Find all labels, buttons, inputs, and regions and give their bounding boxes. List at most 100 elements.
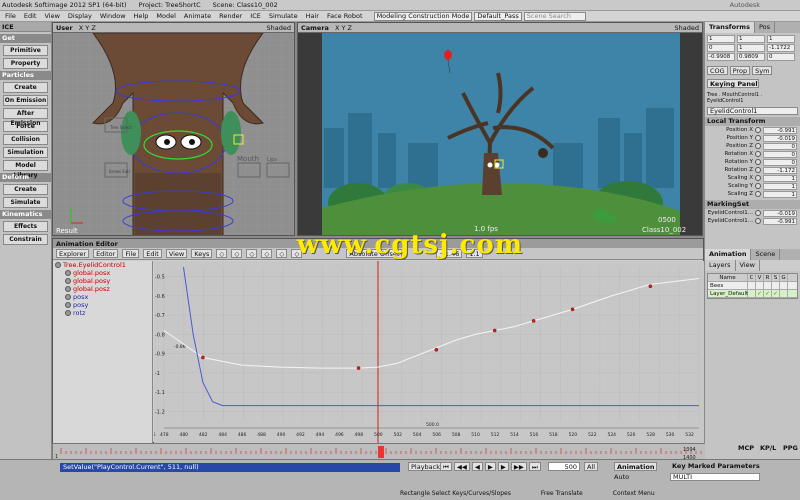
multi-field[interactable]: MULTI [670,473,760,481]
axes-label[interactable]: X Y Z [335,24,352,32]
curve-item[interactable]: global.posy [53,277,152,285]
sym-button[interactable]: Sym [752,66,773,75]
param-value[interactable]: 1 [763,174,797,182]
transform-field[interactable]: 0.9809 [737,53,765,61]
menu-animate[interactable]: Animate [181,12,214,20]
layer-flag-icon[interactable] [764,281,772,290]
camera-viewport[interactable]: Camera X Y Z Shaded 1.0 fps 0500 Class10… [297,22,703,236]
button-property[interactable]: Property [3,58,48,69]
first-frame-icon[interactable]: ⏮ [440,462,452,471]
cog-button[interactable]: COG [707,66,728,75]
tab-layers[interactable]: Layers [705,260,736,271]
menu-view[interactable]: View [165,249,188,258]
layer-flag-icon[interactable] [780,289,788,298]
menu-explorer[interactable]: Explorer [56,249,90,258]
curve-item[interactable]: posx [53,293,152,301]
fcurve-posx[interactable] [163,278,700,369]
button-simulation[interactable]: Simulation [3,147,48,158]
transform-field[interactable]: -1.1722 [767,44,795,52]
timeline[interactable]: 1 1394 1400 [52,443,707,461]
transform-field[interactable]: 1 [737,35,765,43]
section-kinematics[interactable]: Kinematics [0,210,51,219]
button-force[interactable]: Force [3,121,48,132]
section-particles[interactable]: Particles [0,71,51,80]
menu-ice[interactable]: ICE [247,12,264,20]
keyframe-point[interactable] [531,319,536,323]
param-value[interactable]: -1.172 [763,166,797,174]
button-constrain[interactable]: Constrain [3,234,48,245]
param-value[interactable]: 0 [763,142,797,150]
transform-field[interactable]: 0 [707,44,735,52]
mcp-tab[interactable]: MCP [738,444,754,452]
key-marked-params[interactable]: Key Marked Parameters [672,462,760,470]
scene-search-input[interactable]: Scene Search [523,11,586,21]
param-value[interactable]: 0 [763,158,797,166]
transform-field[interactable]: 0 [767,53,795,61]
timeline-playhead[interactable] [378,446,384,458]
param-value[interactable]: 1 [763,182,797,190]
param-value[interactable]: -0.019 [763,209,797,217]
prop-button[interactable]: Prop [729,66,751,75]
button-create[interactable]: Create [3,184,48,195]
layer-col-header[interactable]: Name [708,273,748,282]
keyframe-point[interactable] [201,355,205,360]
curve-item[interactable]: global.posx [53,269,152,277]
tab-scene[interactable]: Scene [751,249,781,260]
layer-flag-icon[interactable]: ✓ [756,289,764,298]
tab-pos[interactable]: Pos [755,22,776,33]
fcurve-graph[interactable]: -0.5 -0.6 -0.7 -0.8 -0.9 -1 -1.1 -1.2 -0.86 500.0… [152,261,704,443]
layer-row[interactable]: Layer_Default ✓ ✓ ✓ [708,289,797,298]
menu-help[interactable]: Help [131,12,152,20]
param-value[interactable]: -0.991 [763,217,797,225]
keyframe-point[interactable] [570,307,575,312]
layer-flag-icon[interactable] [780,281,788,290]
button-create[interactable]: Create [3,82,48,93]
select-icon[interactable]: ◇ [216,249,228,258]
button-collision[interactable]: Collision [3,134,48,145]
animation-marker-icon[interactable] [755,183,761,189]
transform-field[interactable]: 1 [767,35,795,43]
shading-mode[interactable]: Shaded [675,24,699,32]
menu-edit[interactable]: Edit [21,12,40,20]
layer-flag-icon[interactable]: ✓ [772,289,780,298]
construction-mode-combo[interactable]: Modeling Construction Mode [373,11,473,21]
menu-editor[interactable]: Editor [93,249,119,258]
button-model-library[interactable]: Model Library [3,160,48,179]
command-line[interactable]: SetValue("PlayControl.Current", 511, nul… [60,463,400,472]
next-frame-icon[interactable]: ▶ [497,462,509,471]
button-primitive[interactable]: Primitive [3,45,48,56]
panel-header[interactable]: ICE [0,22,51,32]
animation-marker-icon[interactable] [755,127,761,133]
user-viewport[interactable]: User X Y Z Shaded Tree Select Brows Extr… [52,22,295,236]
keyframe-point[interactable] [648,284,653,289]
layer-name[interactable]: Layer_Default [708,289,748,298]
keyframe-point[interactable] [434,347,439,352]
layer-col-header[interactable]: R [764,273,772,282]
menu-keys[interactable]: Keys [191,249,213,258]
next-key-icon[interactable]: ▶▶ [510,462,527,471]
shading-mode[interactable]: Shaded [267,24,291,32]
animation-marker-icon[interactable] [755,210,761,216]
ppg-tab[interactable]: PPG [783,444,798,452]
timeline-ruler[interactable]: 113941400 [53,444,707,461]
play-icon[interactable]: ▶ [484,462,496,471]
curve-item[interactable]: rotz [53,309,152,317]
menu-file[interactable]: File [2,12,19,20]
layer-flag-icon[interactable] [748,289,756,298]
transform-field[interactable]: -0.9908 [707,53,735,61]
tree-root[interactable]: Tree.EyelidControl1 [53,261,152,269]
button-after-emission[interactable]: After Emission [3,108,48,127]
current-frame-field[interactable]: 500 [548,462,580,471]
section-deform[interactable]: Deform [0,173,51,182]
animation-marker-icon[interactable] [755,175,761,181]
button-effects[interactable]: Effects [3,221,48,232]
menu-edit[interactable]: Edit [143,249,162,258]
param-value[interactable]: -0.019 [763,134,797,142]
menu-view[interactable]: View [41,12,62,20]
section-get[interactable]: Get [0,34,51,43]
object-name-field[interactable]: EyelidControl1 [707,107,798,115]
layer-col-header[interactable]: C [748,273,756,282]
layer-flag-icon[interactable] [772,281,780,290]
menu-simulate[interactable]: Simulate [266,12,301,20]
layer-col-header[interactable]: G [780,273,788,282]
